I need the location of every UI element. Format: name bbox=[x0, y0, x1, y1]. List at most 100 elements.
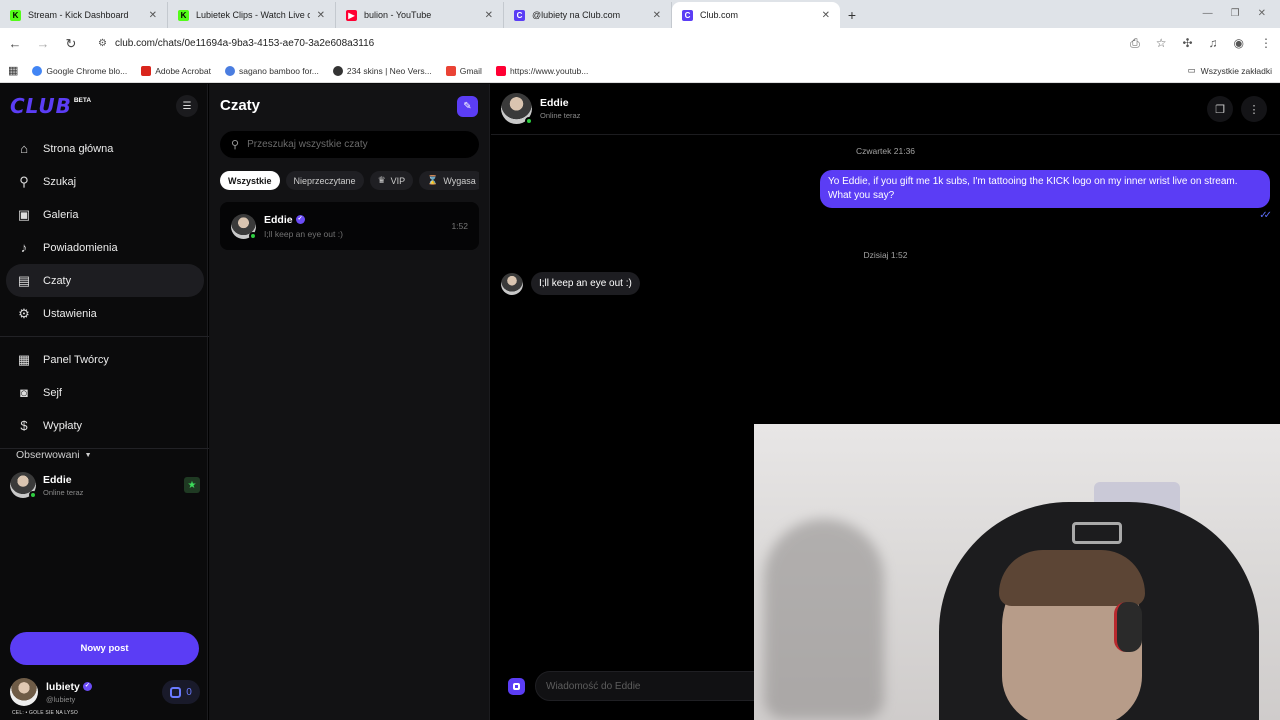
folder-icon: ▭ bbox=[1187, 65, 1196, 75]
back-icon[interactable]: ← bbox=[8, 36, 22, 51]
new-post-button[interactable]: Nowy post bbox=[10, 632, 199, 665]
star-icon: ★ bbox=[184, 477, 200, 493]
browser-tab[interactable]: K Lubietek Clips - Watch Live on Kick ✕ bbox=[168, 2, 336, 28]
new-tab-button[interactable]: + bbox=[840, 2, 864, 28]
sidebar-item-home[interactable]: ⌂ Strona główna bbox=[6, 132, 204, 165]
stream-goal-text: CEL: • GOLE SIE NA LYSO bbox=[12, 710, 79, 716]
close-icon[interactable]: ✕ bbox=[149, 10, 157, 21]
filter-unread[interactable]: Nieprzeczytane bbox=[285, 171, 364, 190]
sidebar-item-payouts[interactable]: $ Wypłaty bbox=[6, 409, 204, 442]
close-icon[interactable]: ✕ bbox=[485, 10, 493, 21]
sidebar-item-gallery[interactable]: ▣ Galeria bbox=[6, 198, 204, 231]
reload-icon[interactable]: ↻ bbox=[64, 36, 78, 52]
close-window-icon[interactable]: ✕ bbox=[1258, 8, 1266, 19]
payout-icon: $ bbox=[20, 418, 28, 433]
bookmark[interactable]: https://www.youtub... bbox=[495, 65, 588, 76]
profile-icon[interactable]: ◉ bbox=[1234, 36, 1244, 51]
sidebar-item-settings[interactable]: ⚙ Ustawienia bbox=[6, 297, 204, 330]
club-icon: C bbox=[682, 9, 693, 21]
sidebar: CLUB BETA ☰ ⌂ Strona główna ⚲ Szukaj ▣ G… bbox=[0, 84, 210, 720]
tab-title: @lubiety na Club.com bbox=[532, 10, 621, 20]
sidebar-item-vault[interactable]: ◙ Sejf bbox=[6, 376, 204, 409]
forward-icon[interactable]: → bbox=[36, 36, 50, 51]
browser-actions: ⎙ ☆ ✣ ♫ ◉ ⋮ bbox=[1130, 36, 1272, 51]
read-receipt-icon: ✓✓ bbox=[1259, 210, 1272, 221]
minimize-icon[interactable]: — bbox=[1203, 8, 1213, 19]
bookmark[interactable]: Google Chrome blo... bbox=[32, 65, 127, 76]
all-bookmarks[interactable]: ▭ Wszystkie zakładki bbox=[1188, 65, 1272, 76]
more-icon[interactable]: ⋮ bbox=[1260, 36, 1272, 51]
apps-icon[interactable]: ▦ bbox=[8, 64, 18, 77]
bookmark[interactable]: 234 skins | Neo Vers... bbox=[332, 65, 432, 76]
online-indicator bbox=[29, 491, 37, 499]
bookmark[interactable]: Gmail bbox=[445, 65, 482, 76]
sidebar-item-creator-panel[interactable]: ▦ Panel Twórcy bbox=[6, 343, 204, 376]
attach-icon[interactable] bbox=[508, 677, 525, 695]
browser-tab-active[interactable]: C Club.com ✕ bbox=[672, 2, 840, 28]
gallery-icon: ▣ bbox=[17, 206, 31, 222]
headset bbox=[1114, 602, 1142, 652]
verified-icon: ✓ bbox=[82, 682, 92, 692]
tab-title: Lubietek Clips - Watch Live on Kick bbox=[196, 10, 310, 20]
sidebar-item-notifications[interactable]: ♪ Powiadomienia bbox=[6, 231, 204, 264]
filter-vip[interactable]: ♛ VIP bbox=[369, 171, 414, 190]
date-separator: Czwartek 21:36 bbox=[855, 146, 916, 156]
coins-badge[interactable]: 0 bbox=[162, 680, 200, 704]
more-options-icon[interactable]: ⋮ bbox=[1241, 96, 1267, 122]
chat-filters: Wszystkie Nieprzeczytane ♛ VIP ⌛ Wygasa bbox=[220, 171, 479, 191]
sidebar-item-chats[interactable]: ▤ Czaty bbox=[6, 264, 204, 297]
conversation-item[interactable]: Eddie ✓ I;ll keep an eye out :) 1:52 bbox=[220, 202, 479, 250]
club-logo[interactable]: CLUB BETA bbox=[10, 95, 91, 117]
dashboard-icon: ▦ bbox=[17, 351, 31, 367]
bookmark-star-icon[interactable]: ☆ bbox=[1156, 36, 1167, 51]
browser-tab[interactable]: C @lubiety na Club.com ✕ bbox=[504, 2, 672, 28]
tab-title: Stream - Kick Dashboard bbox=[28, 10, 129, 20]
search-icon: ⚲ bbox=[231, 139, 240, 151]
restore-icon[interactable]: ❐ bbox=[1231, 8, 1240, 19]
outgoing-message: Yo Eddie, if you gift me 1k subs, I'm ta… bbox=[820, 170, 1270, 208]
following-toggle[interactable]: Obserwowani ▼ bbox=[16, 449, 92, 461]
crown-icon: ♛ bbox=[377, 175, 386, 185]
browser-tab[interactable]: ▶ bulion - YouTube ✕ bbox=[336, 2, 504, 28]
sidebar-item-search[interactable]: ⚲ Szukaj bbox=[6, 165, 204, 198]
close-icon[interactable]: ✕ bbox=[653, 10, 661, 21]
url-field[interactable]: ⚙ club.com/chats/0e11694a-9ba3-4153-ae70… bbox=[92, 32, 1117, 55]
page-title: Czaty bbox=[220, 97, 261, 114]
site-info-icon[interactable]: ⚙ bbox=[98, 38, 107, 49]
sidebar-nav: ⌂ Strona główna ⚲ Szukaj ▣ Galeria ♪ Pow… bbox=[0, 132, 210, 455]
menu-icon[interactable]: ☰ bbox=[176, 95, 198, 117]
following-item[interactable]: Eddie Online teraz ★ bbox=[10, 471, 200, 499]
avatar bbox=[501, 272, 523, 295]
chat-list-panel: Czaty ✎ ⚲ Wszystkie Nieprzeczytane ♛VIP … bbox=[209, 84, 490, 720]
webcam-overlay bbox=[754, 424, 1280, 720]
bookmark[interactable]: sagano bamboo for... bbox=[224, 65, 319, 76]
filter-expiring[interactable]: ⌛ Wygasa bbox=[419, 171, 479, 190]
compose-icon[interactable]: ✎ bbox=[457, 96, 478, 117]
filter-all[interactable]: Wszystkie bbox=[220, 171, 280, 190]
browser-tabbar: K Stream - Kick Dashboard ✕ K Lubietek C… bbox=[0, 0, 1280, 28]
gmail-icon bbox=[445, 65, 456, 76]
coin-icon bbox=[170, 686, 182, 698]
window-controls: — ❐ ✕ bbox=[1189, 0, 1280, 27]
online-indicator bbox=[525, 117, 533, 125]
browser-tab[interactable]: K Stream - Kick Dashboard ✕ bbox=[0, 2, 168, 28]
incoming-message: I;ll keep an eye out :) bbox=[531, 272, 640, 295]
address-bar-row: ← → ↻ ⚙ club.com/chats/0e11694a-9ba3-415… bbox=[0, 28, 1280, 59]
avatar[interactable] bbox=[501, 93, 533, 125]
close-icon[interactable]: ✕ bbox=[822, 10, 830, 21]
incoming-message-row: I;ll keep an eye out :) bbox=[501, 272, 640, 295]
extensions-icon[interactable]: ✣ bbox=[1182, 36, 1192, 51]
divider bbox=[0, 336, 210, 337]
media-icon[interactable]: ♫ bbox=[1209, 36, 1218, 51]
online-indicator bbox=[249, 231, 257, 240]
bookmark[interactable]: Adobe Acrobat bbox=[141, 65, 211, 76]
close-icon[interactable]: ✕ bbox=[317, 10, 325, 21]
install-icon[interactable]: ⎙ bbox=[1130, 36, 1140, 51]
search-input[interactable] bbox=[247, 139, 468, 150]
media-gallery-icon[interactable]: ❐ bbox=[1207, 96, 1233, 122]
url-text: club.com/chats/0e11694a-9ba3-4153-ae70-3… bbox=[114, 38, 375, 49]
chevron-down-icon: ▼ bbox=[84, 451, 92, 459]
user-profile[interactable]: lubiety ✓ @lubiety 0 bbox=[10, 675, 200, 709]
avatar bbox=[10, 678, 38, 706]
home-icon: ⌂ bbox=[20, 141, 28, 156]
